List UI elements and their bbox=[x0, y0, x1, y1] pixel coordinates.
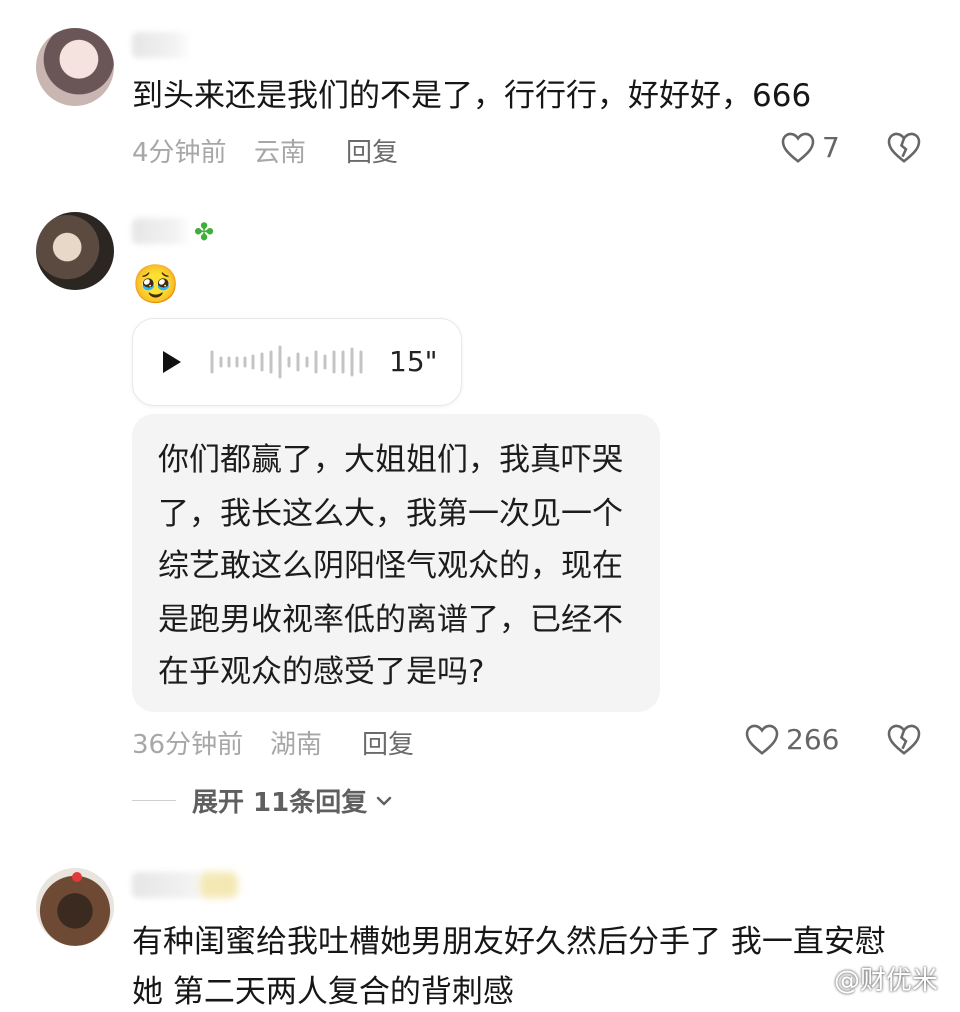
avatar[interactable] bbox=[36, 212, 114, 290]
username-blurred[interactable] bbox=[132, 218, 192, 244]
hat-decoration bbox=[72, 872, 82, 882]
broken-heart-icon bbox=[887, 132, 921, 163]
comment-text: 她 第二天两人复合的背刺感 bbox=[132, 974, 514, 1010]
dislike-button[interactable] bbox=[886, 130, 922, 168]
broken-heart-icon bbox=[887, 724, 921, 755]
clover-icon: ✤ bbox=[194, 218, 215, 246]
quote-line: 在乎观众的感受了是吗? bbox=[158, 654, 485, 690]
watermark-text: @财优米 bbox=[833, 966, 938, 996]
comment-time: 4分钟前 bbox=[132, 138, 227, 168]
reply-button[interactable]: 回复 bbox=[362, 724, 414, 761]
dislike-button[interactable] bbox=[886, 722, 922, 760]
avatar[interactable] bbox=[36, 28, 114, 106]
emoji: 🥹 bbox=[132, 262, 180, 306]
chevron-down-icon bbox=[377, 796, 392, 805]
divider-line bbox=[132, 800, 176, 801]
comment-time: 36分钟前 bbox=[132, 730, 244, 760]
quote-line: 是跑男收视率低的离谱了，已经不 bbox=[158, 602, 623, 638]
expand-replies-button[interactable]: 展开 11条回复 bbox=[132, 782, 395, 819]
comment-text: 到头来还是我们的不是了，行行行，好好好，666 bbox=[132, 78, 812, 114]
badge-blurred bbox=[200, 872, 238, 898]
comment-location: 云南 bbox=[254, 138, 307, 168]
expand-replies-label: 展开 11条回复 bbox=[192, 788, 368, 818]
watermark: @财优米 bbox=[803, 960, 938, 997]
weibo-icon bbox=[803, 969, 829, 989]
comment-location: 湖南 bbox=[270, 730, 323, 760]
like-button[interactable]: 7 bbox=[780, 130, 840, 164]
heart-icon bbox=[745, 724, 779, 755]
quote-line: 了，我长这么大，我第一次见一个 bbox=[158, 496, 623, 532]
quote-line: 你们都赢了，大姐姐们，我真吓哭 bbox=[158, 442, 623, 478]
reply-button[interactable]: 回复 bbox=[346, 132, 398, 169]
like-count: 7 bbox=[822, 130, 840, 164]
play-icon bbox=[163, 351, 181, 373]
quoted-text-bubble: 你们都赢了，大姐姐们，我真吓哭 了，我长这么大，我第一次见一个 综艺敢这么阴阳怪… bbox=[132, 414, 660, 712]
waveform-icon bbox=[210, 345, 363, 379]
avatar[interactable] bbox=[36, 868, 114, 946]
comment-text: 有种闺蜜给我吐槽她男朋友好久然后分手了 我一直安慰 bbox=[132, 924, 886, 960]
voice-duration: 15" bbox=[389, 345, 438, 378]
quote-line: 综艺敢这么阴阳怪气观众的，现在 bbox=[158, 548, 623, 584]
like-button[interactable]: 266 bbox=[744, 722, 839, 756]
like-count: 266 bbox=[786, 722, 840, 756]
voice-message[interactable]: 15" bbox=[132, 318, 462, 406]
username-blurred[interactable] bbox=[132, 32, 192, 58]
heart-icon bbox=[781, 132, 815, 163]
